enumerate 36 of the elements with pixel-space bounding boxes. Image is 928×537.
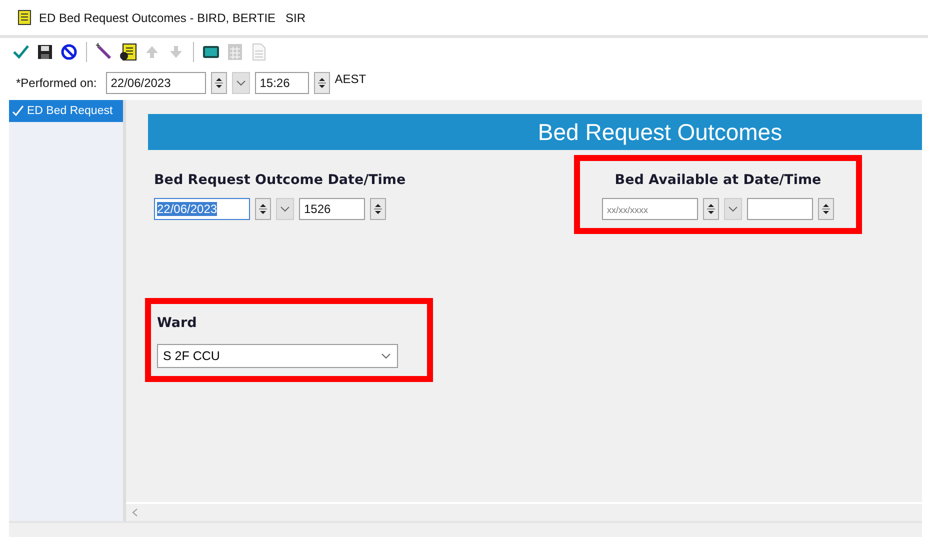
time-field[interactable] (747, 198, 813, 220)
form-icon[interactable] (119, 43, 137, 61)
ward-dropdown[interactable]: S 2F CCU (157, 344, 398, 368)
caret-icon (728, 206, 738, 212)
caret-icon (381, 353, 391, 359)
field-label: Bed Request Outcome Date/Time (154, 172, 407, 188)
date-spinner[interactable] (210, 72, 227, 94)
save-icon[interactable] (36, 43, 54, 61)
wand-icon[interactable] (95, 43, 113, 61)
date-field[interactable]: xx/xx/xxxx (602, 198, 698, 220)
field-label: Ward (157, 315, 198, 331)
caret-icon (280, 206, 290, 212)
time-spinner[interactable] (370, 198, 386, 220)
timezone-label: AEST (334, 72, 366, 86)
calendar-dropdown[interactable] (276, 198, 294, 220)
time-spinner[interactable] (314, 72, 330, 94)
calendar-dropdown[interactable] (724, 198, 742, 220)
date-spinner[interactable] (703, 198, 719, 220)
calendar-dropdown[interactable] (232, 72, 250, 94)
check-icon (12, 105, 24, 117)
caret-icon (236, 80, 246, 86)
window-title: ED Bed Request Outcomes - BIRD, BERTIE SIR (39, 10, 306, 24)
monitor-icon[interactable] (202, 43, 220, 61)
field-label: Bed Available at Date/Time (614, 172, 822, 188)
time-spinner[interactable] (818, 198, 834, 220)
date-spinner[interactable] (255, 198, 271, 220)
check-icon[interactable] (12, 43, 30, 61)
performed-on-label: *Performed on: (16, 76, 97, 90)
banner-title: Bed Request Outcomes (538, 118, 782, 146)
date-field[interactable]: 22/06/2023 (106, 72, 206, 94)
cancel-icon[interactable] (60, 43, 78, 61)
date-field[interactable]: 22/06/2023 (154, 198, 250, 220)
time-field[interactable]: 1526 (299, 198, 365, 220)
time-field[interactable]: 15:26 (254, 72, 309, 94)
sidebar-item[interactable]: ED Bed Request (9, 100, 123, 122)
form-icon (18, 10, 31, 25)
